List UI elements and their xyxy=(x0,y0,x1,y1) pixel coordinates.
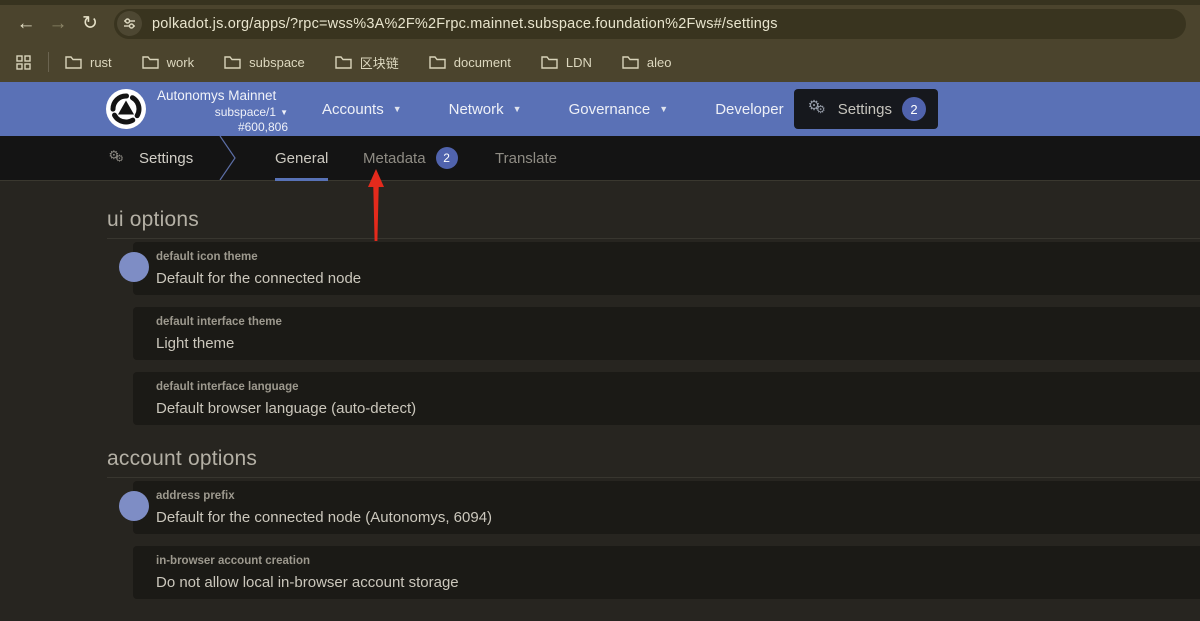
bookmark-label: LDN xyxy=(566,55,592,70)
chain-info[interactable]: Autonomys Mainnet subspace/1▼ #600,806 xyxy=(157,88,288,135)
bookmark-folder-ldn[interactable]: LDN xyxy=(541,55,592,70)
setting-row-interface-theme[interactable]: default interface theme Light theme xyxy=(133,307,1200,360)
folder-icon xyxy=(65,55,82,69)
identicon-avatar xyxy=(119,491,149,521)
setting-label: default interface language xyxy=(156,381,1200,394)
site-info-icon[interactable] xyxy=(117,11,142,36)
tab-translate[interactable]: Translate xyxy=(495,136,557,180)
setting-label: address prefix xyxy=(156,490,1200,503)
setting-row-icon-theme[interactable]: default icon theme Default for the conne… xyxy=(133,242,1200,295)
section-heading: ui options xyxy=(107,208,1200,232)
chevron-down-icon: ▼ xyxy=(513,104,522,114)
bookmark-label: aleo xyxy=(647,55,672,70)
setting-value: Default for the connected node (Autonomy… xyxy=(156,509,1200,527)
breadcrumb-title: Settings xyxy=(139,150,193,167)
section-header: account options xyxy=(107,447,1200,478)
settings-tabbar: ⚙⚙ Settings General Metadata 2 Translate xyxy=(0,136,1200,181)
bookmark-label: document xyxy=(454,55,511,70)
section-account-options: account options address prefix Default f… xyxy=(0,447,1200,599)
setting-row-account-creation[interactable]: in-browser account creation Do not allow… xyxy=(133,546,1200,599)
url-text: polkadot.js.org/apps/?rpc=wss%3A%2F%2Frp… xyxy=(152,16,778,32)
nav-item-developer[interactable]: Developer▼ xyxy=(715,101,801,118)
divider xyxy=(48,52,49,72)
settings-button-label: Settings xyxy=(838,101,892,118)
bookmark-folder-subspace[interactable]: subspace xyxy=(224,55,305,70)
folder-icon xyxy=(335,55,352,69)
main-nav: Accounts▼ Network▼ Governance▼ Developer… xyxy=(322,82,802,136)
settings-button[interactable]: ⚙⚙ Settings 2 xyxy=(794,89,938,129)
address-bar[interactable]: polkadot.js.org/apps/?rpc=wss%3A%2F%2Frp… xyxy=(114,9,1186,39)
runtime-version[interactable]: subspace/1▼ xyxy=(157,105,288,120)
bookmark-label: subspace xyxy=(249,55,305,70)
nav-item-governance[interactable]: Governance▼ xyxy=(569,101,669,118)
chain-name: Autonomys Mainnet xyxy=(157,88,288,105)
setting-label: default icon theme xyxy=(156,251,1200,264)
browser-toolbar: ← → ↻ polkadot.js.org/apps/?rpc=wss%3A%2… xyxy=(0,0,1200,42)
setting-value: Default browser language (auto-detect) xyxy=(156,400,1200,418)
setting-value: Default for the connected node xyxy=(156,270,1200,288)
bookmark-label: work xyxy=(167,55,194,70)
setting-value: Light theme xyxy=(156,335,1200,353)
folder-icon xyxy=(541,55,558,69)
setting-row-address-prefix[interactable]: address prefix Default for the connected… xyxy=(133,481,1200,534)
breadcrumb-chevron xyxy=(218,136,238,180)
folder-icon xyxy=(429,55,446,69)
metadata-badge: 2 xyxy=(436,147,458,169)
setting-value: Do not allow local in-browser account st… xyxy=(156,574,1200,592)
autonomys-logo[interactable] xyxy=(106,89,146,129)
setting-row-interface-language[interactable]: default interface language Default brows… xyxy=(133,372,1200,425)
settings-content: ui options default icon theme Default fo… xyxy=(0,181,1200,621)
bookmark-label: rust xyxy=(90,55,112,70)
bookmark-folder-document[interactable]: document xyxy=(429,55,511,70)
bookmark-folder-rust[interactable]: rust xyxy=(65,55,112,70)
gears-icon: ⚙⚙ xyxy=(808,100,828,118)
nav-item-accounts[interactable]: Accounts▼ xyxy=(322,101,402,118)
bookmark-folder-aleo[interactable]: aleo xyxy=(622,55,672,70)
bookmark-folder-blockchain[interactable]: 区块链 xyxy=(335,53,399,72)
refresh-icon[interactable]: ↻ xyxy=(74,9,106,39)
bookmark-label: 区块链 xyxy=(360,53,399,72)
chevron-down-icon: ▼ xyxy=(280,108,288,117)
nav-item-network[interactable]: Network▼ xyxy=(449,101,522,118)
section-header: ui options xyxy=(107,208,1200,239)
apps-grid-icon[interactable] xyxy=(10,47,36,77)
chevron-down-icon: ▼ xyxy=(659,104,668,114)
bookmark-folder-work[interactable]: work xyxy=(142,55,194,70)
section-heading: account options xyxy=(107,447,1200,471)
chevron-down-icon: ▼ xyxy=(393,104,402,114)
app-header: Autonomys Mainnet subspace/1▼ #600,806 A… xyxy=(0,82,1200,136)
folder-icon xyxy=(224,55,241,69)
arrow-annotation xyxy=(364,169,388,243)
tab-general[interactable]: General xyxy=(275,136,328,180)
breadcrumb: ⚙⚙ Settings xyxy=(107,136,193,180)
block-number: #600,806 xyxy=(157,120,288,135)
setting-label: default interface theme xyxy=(156,316,1200,329)
folder-icon xyxy=(622,55,639,69)
back-icon[interactable]: ← xyxy=(10,9,42,39)
folder-icon xyxy=(142,55,159,69)
setting-label: in-browser account creation xyxy=(156,555,1200,568)
section-ui-options: ui options default icon theme Default fo… xyxy=(0,208,1200,425)
identicon-avatar xyxy=(119,252,149,282)
bookmarks-bar: rust work subspace 区块链 document LDN aleo xyxy=(0,42,1200,82)
forward-icon[interactable]: → xyxy=(42,9,74,39)
settings-badge: 2 xyxy=(902,97,926,121)
gears-icon: ⚙⚙ xyxy=(109,150,126,165)
